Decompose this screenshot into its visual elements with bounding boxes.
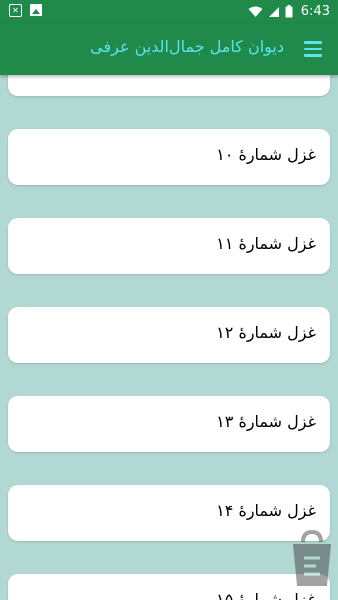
list-item-label: غزل شمارهٔ ۱۲ xyxy=(216,323,316,342)
app-bar: دیوان کامل جمال‌الدین عرفی xyxy=(0,24,338,75)
bazaar-watermark-icon xyxy=(293,529,331,586)
poem-list[interactable]: غزل شمارهٔ ۱۰ غزل شمارهٔ ۱۱ غزل شمارهٔ ۱… xyxy=(0,75,338,600)
signal-icon xyxy=(268,6,279,17)
list-item[interactable]: غزل شمارهٔ ۱۱ xyxy=(8,218,330,274)
list-item[interactable]: غزل شمارهٔ ۱۳ xyxy=(8,396,330,452)
wifi-icon xyxy=(248,6,263,17)
gallery-notification-icon xyxy=(30,4,42,16)
status-bar: ✕ 6:43 xyxy=(0,0,338,24)
list-item-label: غزل شمارهٔ ۱۴ xyxy=(216,501,316,520)
list-item[interactable]: غزل شمارهٔ ۱۲ xyxy=(8,307,330,363)
list-item[interactable]: غزل شمارهٔ ۱۵ xyxy=(8,574,330,600)
list-item[interactable] xyxy=(8,75,330,96)
hamburger-menu-icon[interactable] xyxy=(304,41,322,57)
list-item[interactable]: غزل شمارهٔ ۱۰ xyxy=(8,129,330,185)
list-item-label: غزل شمارهٔ ۱۵ xyxy=(216,590,316,600)
list-item-label: غزل شمارهٔ ۱۰ xyxy=(216,145,316,164)
app-screen: ✕ 6:43 دیوان کامل جمال‌الدین عرفی xyxy=(0,0,338,600)
battery-icon xyxy=(285,5,293,18)
list-item[interactable]: غزل شمارهٔ ۱۴ xyxy=(8,485,330,541)
app-title: دیوان کامل جمال‌الدین عرفی xyxy=(90,37,284,56)
list-item-label: غزل شمارهٔ ۱۱ xyxy=(216,234,316,253)
status-time: 6:43 xyxy=(300,4,330,19)
list-item-label: غزل شمارهٔ ۱۳ xyxy=(216,412,316,431)
app-notification-icon: ✕ xyxy=(9,4,22,17)
